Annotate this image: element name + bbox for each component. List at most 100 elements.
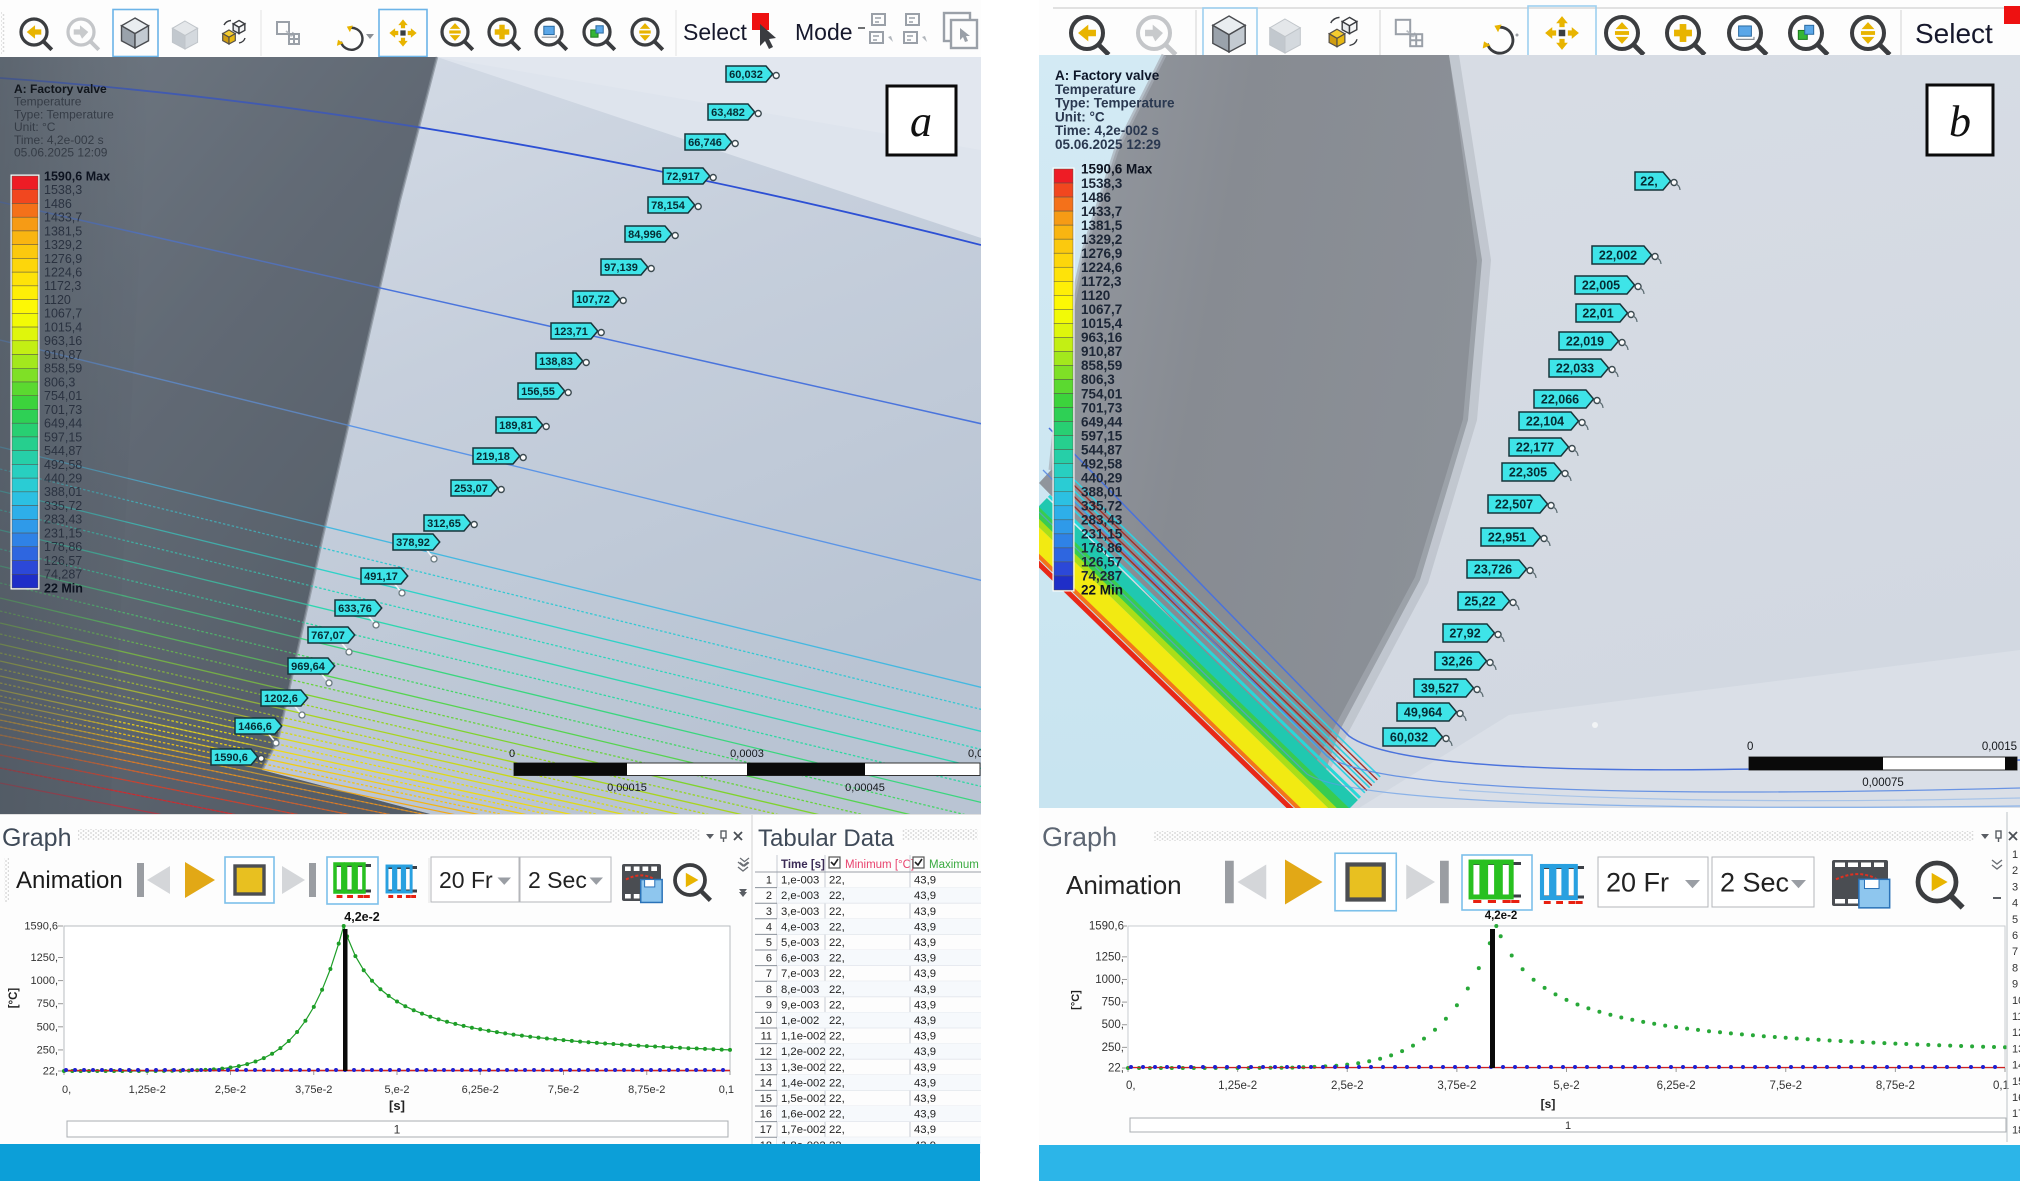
svg-text:8,75e-2: 8,75e-2 [1876, 1080, 1915, 1092]
svg-text:20 Fr: 20 Fr [1606, 868, 1669, 898]
svg-text:1250,: 1250, [1095, 951, 1124, 963]
svg-text:1172,3: 1172,3 [44, 279, 81, 293]
svg-text:22,033: 22,033 [1556, 362, 1594, 376]
svg-text:43,9: 43,9 [914, 937, 936, 949]
svg-text:219,18: 219,18 [476, 451, 510, 463]
svg-text:2,e-003: 2,e-003 [781, 890, 819, 902]
svg-text:1538,3: 1538,3 [1081, 176, 1123, 191]
svg-text:b: b [1949, 97, 1971, 146]
svg-text:649,44: 649,44 [1081, 414, 1123, 429]
svg-text:22,507: 22,507 [1495, 498, 1533, 512]
svg-text:8,e-003: 8,e-003 [781, 984, 819, 996]
svg-text:14: 14 [760, 1077, 772, 1089]
svg-text:4,e-003: 4,e-003 [781, 921, 819, 933]
svg-text:123,71: 123,71 [554, 326, 588, 338]
svg-text:500,: 500, [37, 1021, 58, 1033]
svg-text:22,: 22, [43, 1066, 58, 1078]
svg-text:1250,: 1250, [30, 952, 58, 964]
svg-text:22,: 22, [829, 984, 845, 996]
svg-text:Select: Select [683, 19, 748, 45]
svg-text:20 Fr: 20 Fr [439, 867, 493, 893]
svg-text:500,: 500, [1102, 1019, 1124, 1031]
svg-text:178,86: 178,86 [44, 540, 82, 554]
svg-text:0: 0 [509, 748, 515, 760]
svg-text:22,: 22, [829, 890, 845, 902]
svg-text:250,: 250, [37, 1044, 58, 1056]
svg-text:1590,6: 1590,6 [214, 752, 248, 764]
svg-text:22,: 22, [829, 1031, 845, 1043]
svg-text:43,9: 43,9 [914, 984, 936, 996]
svg-text:750,: 750, [1102, 997, 1124, 1009]
svg-text:7,5e-2: 7,5e-2 [1769, 1080, 1802, 1092]
svg-text:910,87: 910,87 [1081, 344, 1122, 359]
svg-text:43,9: 43,9 [914, 1124, 936, 1136]
svg-text:27,92: 27,92 [1449, 627, 1480, 641]
svg-text:1224,6: 1224,6 [1081, 260, 1123, 275]
svg-text:74,287: 74,287 [1081, 569, 1122, 584]
svg-text:1329,2: 1329,2 [1081, 232, 1122, 247]
svg-text:17: 17 [760, 1124, 772, 1136]
svg-text:11: 11 [2012, 1011, 2020, 1023]
svg-text:22,: 22, [829, 906, 845, 918]
svg-text:9: 9 [766, 999, 772, 1011]
svg-text:43,9: 43,9 [914, 890, 936, 902]
svg-text:22 Min: 22 Min [44, 581, 83, 595]
svg-text:a: a [910, 97, 932, 146]
svg-text:0: 0 [1747, 741, 1753, 753]
svg-text:Animation: Animation [16, 867, 123, 894]
svg-text:1486: 1486 [44, 197, 72, 211]
svg-text:0,00075: 0,00075 [1862, 777, 1904, 789]
svg-text:1276,9: 1276,9 [1081, 246, 1122, 261]
svg-text:1,7e-002: 1,7e-002 [781, 1124, 826, 1136]
svg-text:1015,4: 1015,4 [44, 320, 82, 334]
svg-text:16: 16 [760, 1109, 772, 1121]
svg-text:17: 17 [2012, 1108, 2020, 1120]
svg-text:1067,7: 1067,7 [1081, 302, 1122, 317]
svg-text:10: 10 [2012, 995, 2020, 1007]
svg-text:9,e-003: 9,e-003 [781, 999, 819, 1011]
svg-text:5,e-2: 5,e-2 [1553, 1080, 1579, 1092]
svg-text:22,: 22, [829, 1046, 845, 1058]
svg-text:Minimum [°C]: Minimum [°C] [845, 859, 914, 871]
svg-text:4,2e-2: 4,2e-2 [1485, 910, 1518, 922]
svg-text:544,87: 544,87 [1081, 442, 1122, 457]
svg-text:440,29: 440,29 [1081, 470, 1122, 485]
svg-text:5: 5 [766, 937, 772, 949]
svg-text:1120: 1120 [44, 293, 71, 307]
svg-text:7: 7 [766, 968, 772, 980]
svg-text:1,1e-002: 1,1e-002 [781, 1031, 826, 1043]
svg-text:7,5e-2: 7,5e-2 [548, 1084, 579, 1096]
svg-text:22,177: 22,177 [1516, 441, 1554, 455]
svg-text:1276,9: 1276,9 [44, 252, 82, 266]
svg-text:43,9: 43,9 [914, 999, 936, 1011]
svg-text:[s]: [s] [389, 1098, 405, 1113]
svg-text:1: 1 [766, 875, 772, 887]
svg-text:8: 8 [766, 984, 772, 996]
svg-text:1: 1 [2012, 849, 2018, 861]
svg-text:126,57: 126,57 [44, 554, 82, 568]
svg-text:18: 18 [2012, 1124, 2020, 1136]
svg-text:544,87: 544,87 [44, 444, 82, 458]
svg-text:5: 5 [2012, 914, 2018, 926]
svg-text:1538,3: 1538,3 [44, 183, 82, 197]
svg-text:1381,5: 1381,5 [44, 224, 82, 238]
svg-text:43,9: 43,9 [914, 1046, 936, 1058]
svg-text:22,: 22, [829, 968, 845, 980]
svg-text:963,16: 963,16 [44, 334, 82, 348]
svg-text:Graph: Graph [1042, 822, 1117, 852]
svg-text:1: 1 [1565, 1120, 1571, 1132]
svg-text:1067,7: 1067,7 [44, 307, 82, 321]
svg-text:7,e-003: 7,e-003 [781, 968, 819, 980]
svg-text:0,0015: 0,0015 [1982, 741, 2017, 753]
svg-text:1000,: 1000, [30, 975, 58, 987]
svg-text:22,: 22, [1640, 175, 1657, 189]
svg-text:22,305: 22,305 [1509, 466, 1547, 480]
svg-text:440,29: 440,29 [44, 472, 82, 486]
svg-text:250,: 250, [1102, 1042, 1124, 1054]
svg-text:1,6e-002: 1,6e-002 [781, 1109, 826, 1121]
svg-text:2 Sec: 2 Sec [1720, 868, 1789, 898]
svg-text:1,25e-2: 1,25e-2 [129, 1084, 166, 1096]
svg-text:0,0: 0,0 [968, 748, 981, 760]
svg-text:963,16: 963,16 [1081, 330, 1123, 345]
svg-text:858,59: 858,59 [1081, 358, 1122, 373]
